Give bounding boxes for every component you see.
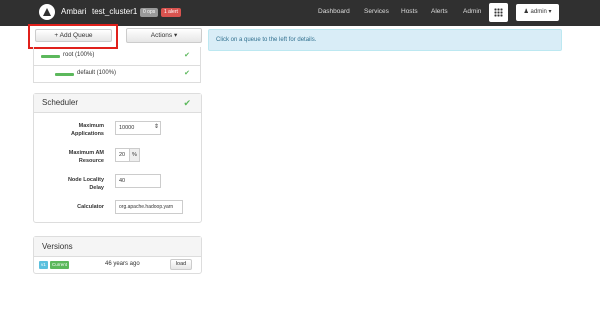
spinner-icon[interactable]: ⇕ — [154, 123, 159, 130]
max-am-resource-input[interactable]: 20 — [115, 148, 130, 162]
version-tag: v1 — [39, 261, 48, 269]
check-icon: ✔ — [184, 70, 190, 77]
percent-addon: % — [129, 148, 140, 162]
version-row: v1 Current 46 years ago load — [34, 257, 201, 273]
ops-badge[interactable]: 0 ops — [140, 8, 159, 17]
queue-capacity-bar — [55, 73, 74, 76]
grid-icon — [494, 8, 503, 17]
queue-label: root (100%) — [63, 52, 95, 58]
calculator-input[interactable]: org.apache.hadoop.yarn — [115, 200, 183, 214]
info-alert: Click on a queue to the left for details… — [208, 29, 562, 51]
actions-label: Actions — [150, 32, 173, 39]
nav-alerts[interactable]: Alerts — [431, 8, 448, 15]
load-button[interactable]: load — [170, 259, 192, 270]
caret-down-icon: ▾ — [548, 9, 552, 15]
top-navbar: Ambari test_cluster1 0 ops 1 alert Dashb… — [0, 0, 600, 26]
queue-item-root[interactable]: root (100%) ✔ — [34, 47, 200, 65]
check-icon: ✔ — [184, 52, 190, 59]
nav-dashboard[interactable]: Dashboard — [318, 8, 350, 15]
current-tag: Current — [50, 261, 70, 269]
queue-label: default (100%) — [77, 70, 117, 76]
brand-name[interactable]: Ambari — [61, 7, 86, 16]
node-locality-delay-label: Node Locality Delay — [67, 177, 104, 191]
versions-title: Versions — [42, 242, 73, 251]
user-icon: ♟ — [523, 9, 529, 15]
views-menu-button[interactable] — [489, 3, 508, 22]
check-icon: ✔ — [183, 98, 191, 108]
ambari-logo-icon[interactable] — [39, 4, 55, 20]
versions-panel: Versions v1 Current 46 years ago load — [33, 236, 202, 274]
nav-services[interactable]: Services — [364, 8, 389, 15]
load-label: load — [175, 261, 187, 267]
version-age: 46 years ago — [105, 261, 140, 267]
versions-header: Versions — [34, 237, 201, 257]
scheduler-header[interactable]: Scheduler ✔ — [34, 94, 201, 113]
queue-item-default[interactable]: default (100%) ✔ — [34, 65, 200, 83]
scheduler-panel: Scheduler ✔ Maximum Applications 10000 ⇕… — [33, 93, 202, 223]
node-locality-delay-input[interactable]: 40 — [115, 174, 161, 188]
nav-hosts[interactable]: Hosts — [401, 8, 418, 15]
user-menu-label: admin — [530, 9, 547, 15]
nav-admin[interactable]: Admin — [463, 8, 481, 15]
cluster-name[interactable]: test_cluster1 — [92, 7, 137, 16]
max-am-resource-label: Maximum AM Resource — [68, 150, 104, 164]
scheduler-title: Scheduler — [42, 98, 79, 107]
highlight-box — [28, 24, 118, 49]
queue-tree: root (100%) ✔ default (100%) ✔ — [33, 47, 201, 83]
actions-dropdown-button[interactable]: Actions ▾ — [126, 28, 202, 43]
user-menu-button[interactable]: ♟ admin ▾ — [516, 4, 559, 21]
calculator-label: Calculator — [77, 204, 104, 210]
caret-down-icon: ▾ — [173, 32, 178, 39]
queue-capacity-bar — [41, 55, 60, 58]
max-applications-label: Maximum Applications — [70, 123, 104, 137]
alert-badge[interactable]: 1 alert — [161, 8, 181, 17]
